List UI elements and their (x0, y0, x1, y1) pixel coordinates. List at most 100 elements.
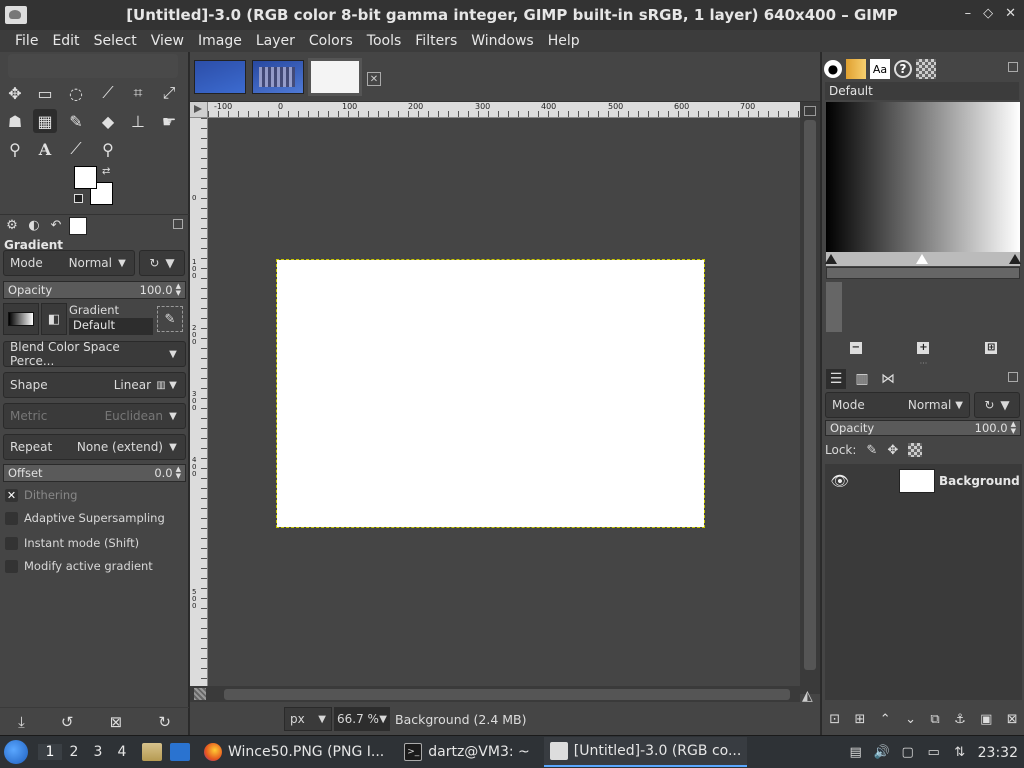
horizontal-scrollbar[interactable] (190, 686, 800, 702)
dock-menu-icon[interactable] (1008, 372, 1018, 382)
paths-tab-icon[interactable]: ⋈ (878, 369, 898, 389)
midpoint-icon[interactable] (916, 254, 928, 264)
repeat-select[interactable]: Repeat None (extend) ▼ (3, 434, 186, 460)
menu-windows[interactable]: Windows (464, 33, 541, 49)
eraser-tool-icon[interactable]: ◆ (96, 109, 120, 133)
clock[interactable]: 23:32 (978, 745, 1018, 761)
menu-view[interactable]: View (144, 33, 191, 49)
image-canvas[interactable] (276, 259, 705, 528)
stop-left-icon[interactable] (825, 254, 837, 264)
foreground-color-swatch[interactable] (74, 166, 97, 189)
lock-alpha-icon[interactable] (908, 443, 923, 457)
close-icon[interactable]: ✕ (367, 72, 381, 86)
menu-edit[interactable]: Edit (45, 33, 86, 49)
quick-mask-icon[interactable] (194, 688, 206, 700)
patterns-tab-icon[interactable] (846, 59, 866, 79)
reset-options-icon[interactable]: ↻ (158, 713, 171, 731)
scroll-trough[interactable] (804, 120, 816, 670)
start-menu-icon[interactable] (4, 740, 28, 764)
dock-menu-icon[interactable] (1008, 62, 1018, 72)
fuzzy-select-tool-icon[interactable]: ⟋ (96, 81, 120, 105)
gradient-preview-button[interactable] (3, 303, 39, 335)
rect-select-tool-icon[interactable]: ▭ (33, 81, 57, 105)
show-desktop-icon[interactable] (170, 743, 190, 761)
mask-layer-icon[interactable]: ▣ (980, 712, 992, 727)
dock-menu-icon[interactable] (173, 219, 183, 229)
navigate-icon[interactable]: ◭ (802, 688, 813, 704)
pane-separator[interactable]: ··· (822, 360, 1024, 368)
save-options-icon[interactable]: ⤓ (18, 713, 25, 731)
spin-icon[interactable]: ▲ ▼ (1011, 421, 1016, 435)
canvas-area[interactable] (208, 118, 800, 694)
transform-tool-icon[interactable]: ⤢ (157, 81, 181, 105)
gradients-tab-icon[interactable] (916, 59, 936, 79)
task-terminal[interactable]: >_ dartz@VM3: ~ (398, 737, 536, 767)
brushes-tab-icon[interactable]: ● (824, 60, 842, 78)
new-layer-icon[interactable]: ⊡ (829, 712, 840, 727)
swap-colors-icon[interactable]: ⇄ (102, 166, 110, 177)
layer-composite-button[interactable]: ↻ ▼ (974, 392, 1020, 418)
composite-mode-button[interactable]: ↻ ▼ (139, 250, 185, 276)
unit-select[interactable]: px ▼ (284, 707, 332, 731)
opacity-slider[interactable]: Opacity 100.0 ▲ ▼ (3, 281, 186, 299)
menu-select[interactable]: Select (87, 33, 144, 49)
workspace-3[interactable]: 3 (86, 744, 110, 760)
restore-options-icon[interactable]: ↺ (61, 713, 74, 731)
layer-mode-select[interactable]: Mode Normal ▼ (825, 392, 970, 418)
smudge-tool-icon[interactable]: ☛ (157, 109, 181, 133)
mode-select[interactable]: Mode Normal ▼ (3, 250, 135, 276)
raise-layer-icon[interactable]: ⌃ (880, 712, 891, 727)
help-tab-icon[interactable]: ? (894, 60, 912, 78)
default-colors-icon[interactable] (74, 194, 83, 203)
move-tool-icon[interactable]: ✥ (3, 81, 27, 105)
workspace-1[interactable]: 1 (38, 744, 62, 760)
anchor-layer-icon[interactable]: ⚓ (954, 712, 966, 727)
edit-gradient-button[interactable]: ✎ (157, 306, 183, 332)
layer-opacity-slider[interactable]: Opacity 100.0 ▲ ▼ (825, 420, 1021, 436)
paintbrush-tool-icon[interactable]: ✎ (64, 109, 88, 133)
volume-icon[interactable]: 🔊 (874, 745, 890, 761)
notes-icon[interactable]: ▢ (900, 745, 916, 761)
image-tab-2[interactable] (252, 60, 304, 94)
eye-icon[interactable]: 👁 (825, 472, 855, 490)
menu-filters[interactable]: Filters (408, 33, 464, 49)
image-tab-1[interactable] (194, 60, 246, 94)
zoom-all-icon[interactable]: ⊞ (985, 342, 998, 354)
ruler-menu-button[interactable] (190, 102, 208, 118)
spin-icon[interactable]: ▲ ▼ (176, 466, 181, 480)
zoom-select[interactable]: 66.7 % ▼ (334, 707, 390, 731)
instant-mode-checkbox[interactable]: Instant mode (Shift) (5, 534, 139, 552)
new-layer-group-icon[interactable]: ⊞ (854, 712, 865, 727)
vertical-scrollbar[interactable] (800, 102, 820, 694)
task-gimp[interactable]: [Untitled]-3.0 (RGB co... (543, 737, 748, 767)
zoom-out-icon[interactable]: − (849, 342, 862, 354)
shape-select[interactable]: Shape Linear ▥ ▼ (3, 372, 186, 398)
stop-right-icon[interactable] (1009, 254, 1021, 264)
adaptive-supersampling-checkbox[interactable]: Adaptive Supersampling (5, 509, 165, 527)
maximize-button[interactable]: ◇ (983, 6, 993, 21)
device-status-tab-icon[interactable]: ◐ (25, 217, 43, 235)
tool-options-tab-icon[interactable]: ⚙ (3, 217, 21, 235)
fonts-tab-icon[interactable]: Aa (870, 59, 890, 79)
gradient-stops-bar[interactable] (825, 252, 1021, 266)
vertical-ruler[interactable]: 0 1 0 0 2 0 0 3 0 0 4 0 0 5 0 0 (190, 118, 208, 694)
menu-tools[interactable]: Tools (360, 33, 409, 49)
zoom-in-icon[interactable]: + (917, 342, 930, 354)
paths-tool-icon[interactable]: ⚲ (3, 137, 27, 161)
images-tab-icon[interactable] (69, 216, 87, 235)
menu-colors[interactable]: Colors (302, 33, 360, 49)
layers-tab-icon[interactable]: ☰ (826, 369, 846, 389)
lower-layer-icon[interactable]: ⌄ (905, 712, 916, 727)
workspace-2[interactable]: 2 (62, 744, 86, 760)
delete-options-icon[interactable]: ⊠ (110, 713, 123, 731)
text-tool-icon[interactable]: A (33, 137, 57, 161)
zoom-image-icon[interactable] (804, 106, 816, 116)
duplicate-layer-icon[interactable]: ⧉ (930, 712, 939, 727)
spin-icon[interactable]: ▲ ▼ (176, 283, 181, 297)
dithering-checkbox[interactable]: ✕ Dithering (5, 486, 77, 504)
color-picker-tool-icon[interactable]: ⟋ (64, 137, 88, 161)
close-button[interactable]: ✕ (1005, 6, 1016, 21)
metric-select[interactable]: Metric Euclidean ▼ (3, 403, 186, 429)
horizontal-ruler[interactable]: -100 0 100 200 300 400 500 600 700 (208, 102, 800, 118)
image-tab-3-active[interactable] (308, 58, 362, 96)
